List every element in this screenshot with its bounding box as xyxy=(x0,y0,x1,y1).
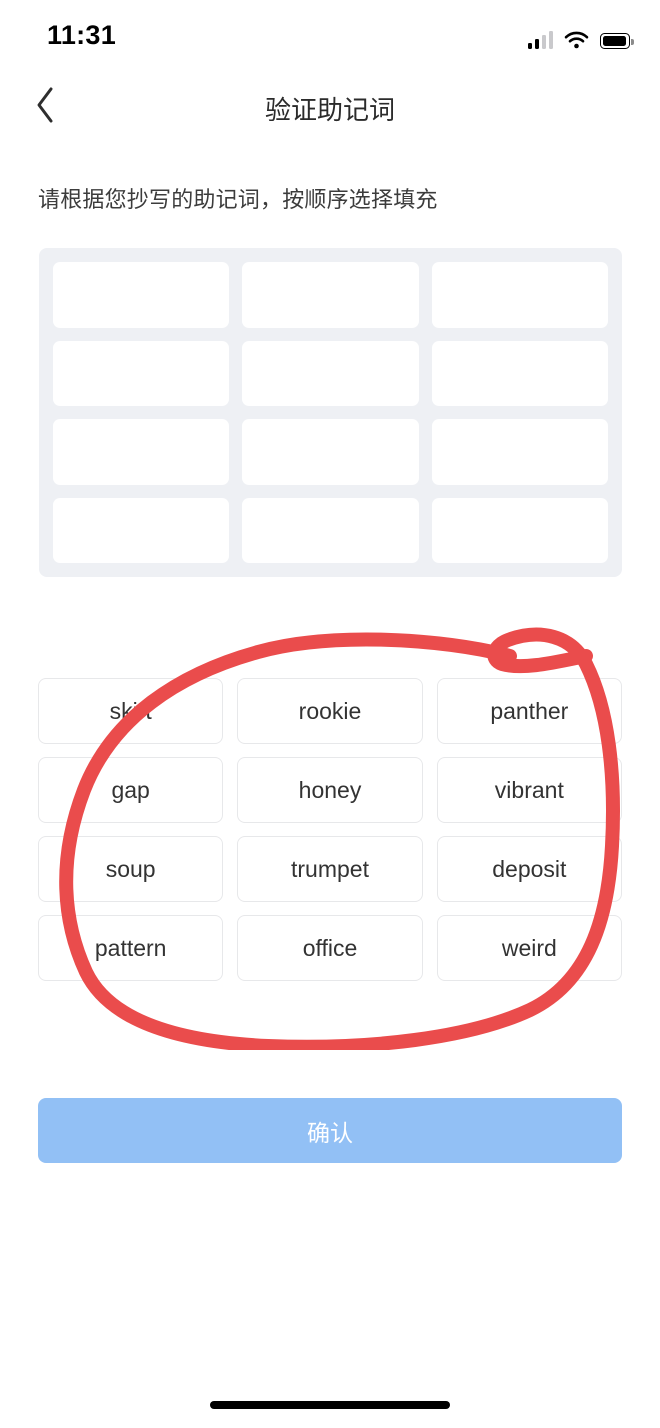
mnemonic-slot[interactable] xyxy=(242,497,419,563)
cellular-signal-icon xyxy=(527,31,553,49)
word-chip[interactable]: deposit xyxy=(436,836,622,902)
status-bar-time: 11:31 xyxy=(47,20,117,50)
word-chip[interactable]: pattern xyxy=(38,915,224,981)
confirm-button[interactable]: 确认 xyxy=(38,1098,622,1163)
navigation-bar: 验证助记词 xyxy=(0,72,660,142)
mnemonic-slot[interactable] xyxy=(431,262,608,328)
status-bar: 11:31 xyxy=(0,0,660,70)
page-title: 验证助记词 xyxy=(264,95,395,125)
mnemonic-slot[interactable] xyxy=(431,419,608,485)
wifi-icon xyxy=(564,31,589,49)
status-bar-icons xyxy=(527,25,634,49)
word-chip[interactable]: vibrant xyxy=(436,757,622,823)
mnemonic-slot[interactable] xyxy=(242,419,419,485)
mnemonic-slot[interactable] xyxy=(242,340,419,406)
instruction-text: 请根据您抄写的助记词，按顺序选择填充 xyxy=(38,187,438,212)
word-chip[interactable]: trumpet xyxy=(237,836,423,902)
word-chip[interactable]: skirt xyxy=(38,678,224,744)
word-chip[interactable]: weird xyxy=(436,915,622,981)
word-chip[interactable]: office xyxy=(237,915,423,981)
mnemonic-slots-panel xyxy=(39,248,622,577)
mnemonic-slot[interactable] xyxy=(431,497,608,563)
mnemonic-slot[interactable] xyxy=(242,262,419,328)
battery-full-icon xyxy=(600,33,634,49)
word-chip[interactable]: honey xyxy=(237,757,423,823)
home-indicator[interactable] xyxy=(210,1401,450,1409)
word-chip[interactable]: gap xyxy=(38,757,224,823)
word-chip[interactable]: soup xyxy=(38,836,224,902)
word-bank: skirt rookie panther gap honey vibrant s… xyxy=(38,678,622,981)
mnemonic-slot[interactable] xyxy=(431,340,608,406)
mnemonic-slot[interactable] xyxy=(53,340,230,406)
word-chip[interactable]: rookie xyxy=(237,678,423,744)
word-chip[interactable]: panther xyxy=(436,678,622,744)
mnemonic-slot[interactable] xyxy=(53,262,230,328)
mnemonic-slot[interactable] xyxy=(53,419,230,485)
mnemonic-slot[interactable] xyxy=(53,497,230,563)
